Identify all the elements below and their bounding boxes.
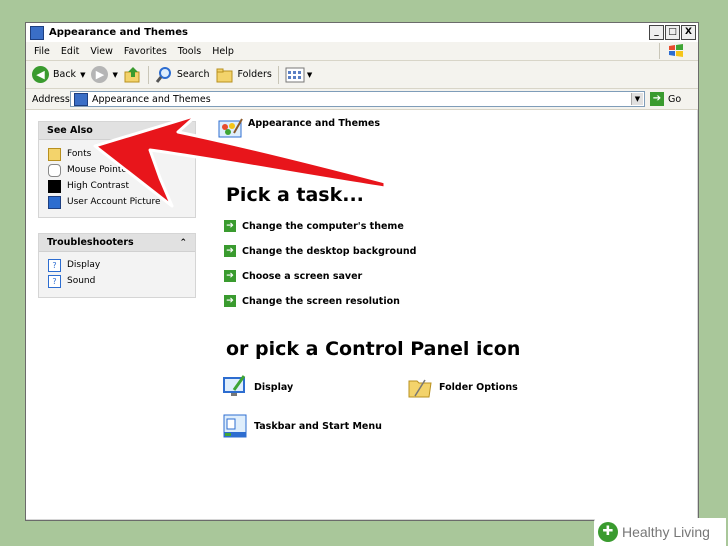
menu-tools[interactable]: Tools bbox=[178, 46, 201, 57]
explorer-window: Appearance and Themes _ □ X File Edit Vi… bbox=[25, 22, 699, 521]
up-folder-icon bbox=[124, 66, 140, 82]
troubleshooter-display-link[interactable]: ? Display bbox=[48, 257, 195, 273]
windows-logo-icon bbox=[659, 43, 692, 59]
appearance-themes-icon bbox=[218, 118, 243, 138]
see-also-fonts-link[interactable]: Fonts bbox=[48, 146, 195, 162]
menu-edit[interactable]: Edit bbox=[61, 46, 79, 57]
task-arrow-icon: ➔ bbox=[224, 220, 236, 232]
see-also-high-contrast-link[interactable]: High Contrast bbox=[48, 178, 195, 194]
folders-icon bbox=[216, 68, 232, 82]
forward-button[interactable]: ▶ ▼ bbox=[91, 66, 118, 83]
control-panel-folder-options-link[interactable]: Folder Options bbox=[407, 374, 518, 400]
main-content: Appearance and Themes Pick a task... ➔ C… bbox=[214, 110, 698, 519]
address-input[interactable]: Appearance and Themes ▼ bbox=[70, 91, 645, 107]
task-arrow-icon: ➔ bbox=[224, 295, 236, 307]
menu-file[interactable]: File bbox=[34, 46, 50, 57]
task-change-theme-link[interactable]: ➔ Change the computer's theme bbox=[224, 220, 404, 232]
pick-task-heading: Pick a task... bbox=[226, 184, 364, 206]
close-button[interactable]: X bbox=[681, 25, 696, 40]
menu-bar: File Edit View Favorites Tools Help bbox=[26, 42, 698, 61]
up-folder-button[interactable] bbox=[124, 66, 142, 84]
category-title: Appearance and Themes bbox=[248, 118, 381, 129]
taskbar-icon bbox=[223, 414, 247, 438]
high-contrast-icon bbox=[48, 179, 61, 193]
control-panel-icon bbox=[74, 92, 88, 106]
healthy-living-logo-icon: ✚ bbox=[598, 522, 618, 542]
fonts-folder-icon bbox=[48, 147, 61, 161]
menu-favorites[interactable]: Favorites bbox=[124, 46, 167, 57]
search-icon bbox=[155, 66, 171, 83]
help-icon: ? bbox=[48, 258, 61, 272]
window-controls: _ □ X bbox=[649, 25, 696, 40]
user-picture-icon bbox=[48, 195, 61, 209]
address-value: Appearance and Themes bbox=[92, 93, 211, 105]
views-grid-icon bbox=[285, 67, 305, 82]
window-title: Appearance and Themes bbox=[49, 27, 188, 38]
control-panel-taskbar-start-menu-link[interactable]: Taskbar and Start Menu bbox=[222, 413, 382, 439]
menu-help[interactable]: Help bbox=[212, 46, 234, 57]
see-also-panel: See Also Fonts Mouse Pointers High Contr… bbox=[38, 121, 196, 218]
control-panel-display-link[interactable]: Display bbox=[222, 374, 293, 400]
go-button[interactable]: ➔ Go bbox=[650, 92, 681, 106]
minimize-button[interactable]: _ bbox=[649, 25, 664, 40]
troubleshooters-panel: Troubleshooters ⌃ ? Display ? Sound bbox=[38, 233, 196, 298]
toolbar-separator bbox=[147, 65, 149, 84]
collapse-chevron-icon[interactable]: ⌃ bbox=[179, 238, 187, 248]
task-arrow-icon: ➔ bbox=[224, 270, 236, 282]
see-also-user-account-picture-link[interactable]: User Account Picture bbox=[48, 194, 195, 210]
back-button[interactable]: ◀ Back ▼ bbox=[32, 66, 85, 83]
menu-view[interactable]: View bbox=[90, 46, 113, 57]
display-icon bbox=[223, 375, 246, 396]
troubleshooters-header[interactable]: Troubleshooters ⌃ bbox=[39, 234, 195, 252]
address-bar: Address Appearance and Themes ▼ ➔ Go bbox=[26, 89, 698, 110]
go-arrow-icon: ➔ bbox=[650, 92, 664, 106]
title-bar[interactable]: Appearance and Themes _ □ X bbox=[26, 23, 698, 42]
folders-button[interactable]: Folders bbox=[216, 67, 272, 83]
restore-button[interactable]: □ bbox=[665, 25, 680, 40]
troubleshooter-sound-link[interactable]: ? Sound bbox=[48, 273, 195, 289]
address-dropdown-button[interactable]: ▼ bbox=[631, 93, 643, 105]
task-choose-screen-saver-link[interactable]: ➔ Choose a screen saver bbox=[224, 270, 362, 282]
see-also-mouse-pointers-link[interactable]: Mouse Pointers bbox=[48, 162, 195, 178]
toolbar: ◀ Back ▼ ▶ ▼ Search Folders ▼ bbox=[26, 61, 698, 89]
folder-window-icon bbox=[30, 25, 44, 40]
task-pane: See Also Fonts Mouse Pointers High Contr… bbox=[26, 110, 206, 519]
task-change-screen-resolution-link[interactable]: ➔ Change the screen resolution bbox=[224, 295, 400, 307]
healthy-living-watermark: ✚ Healthy Living bbox=[594, 518, 726, 546]
chevron-down-icon: ▼ bbox=[80, 70, 86, 79]
forward-arrow-icon: ▶ bbox=[91, 66, 109, 83]
pick-icon-heading: or pick a Control Panel icon bbox=[226, 338, 521, 360]
views-button[interactable]: ▼ bbox=[285, 67, 312, 83]
chevron-down-icon: ▼ bbox=[112, 70, 118, 79]
task-change-desktop-background-link[interactable]: ➔ Change the desktop background bbox=[224, 245, 416, 257]
task-arrow-icon: ➔ bbox=[224, 245, 236, 257]
help-icon: ? bbox=[48, 274, 61, 288]
mouse-icon bbox=[48, 163, 61, 177]
address-label: Address bbox=[32, 93, 70, 105]
folder-options-icon bbox=[408, 379, 432, 398]
toolbar-separator bbox=[277, 65, 279, 84]
chevron-down-icon: ▼ bbox=[306, 70, 313, 79]
search-button[interactable]: Search bbox=[155, 66, 210, 84]
see-also-header[interactable]: See Also bbox=[39, 122, 195, 140]
back-arrow-icon: ◀ bbox=[32, 66, 49, 83]
